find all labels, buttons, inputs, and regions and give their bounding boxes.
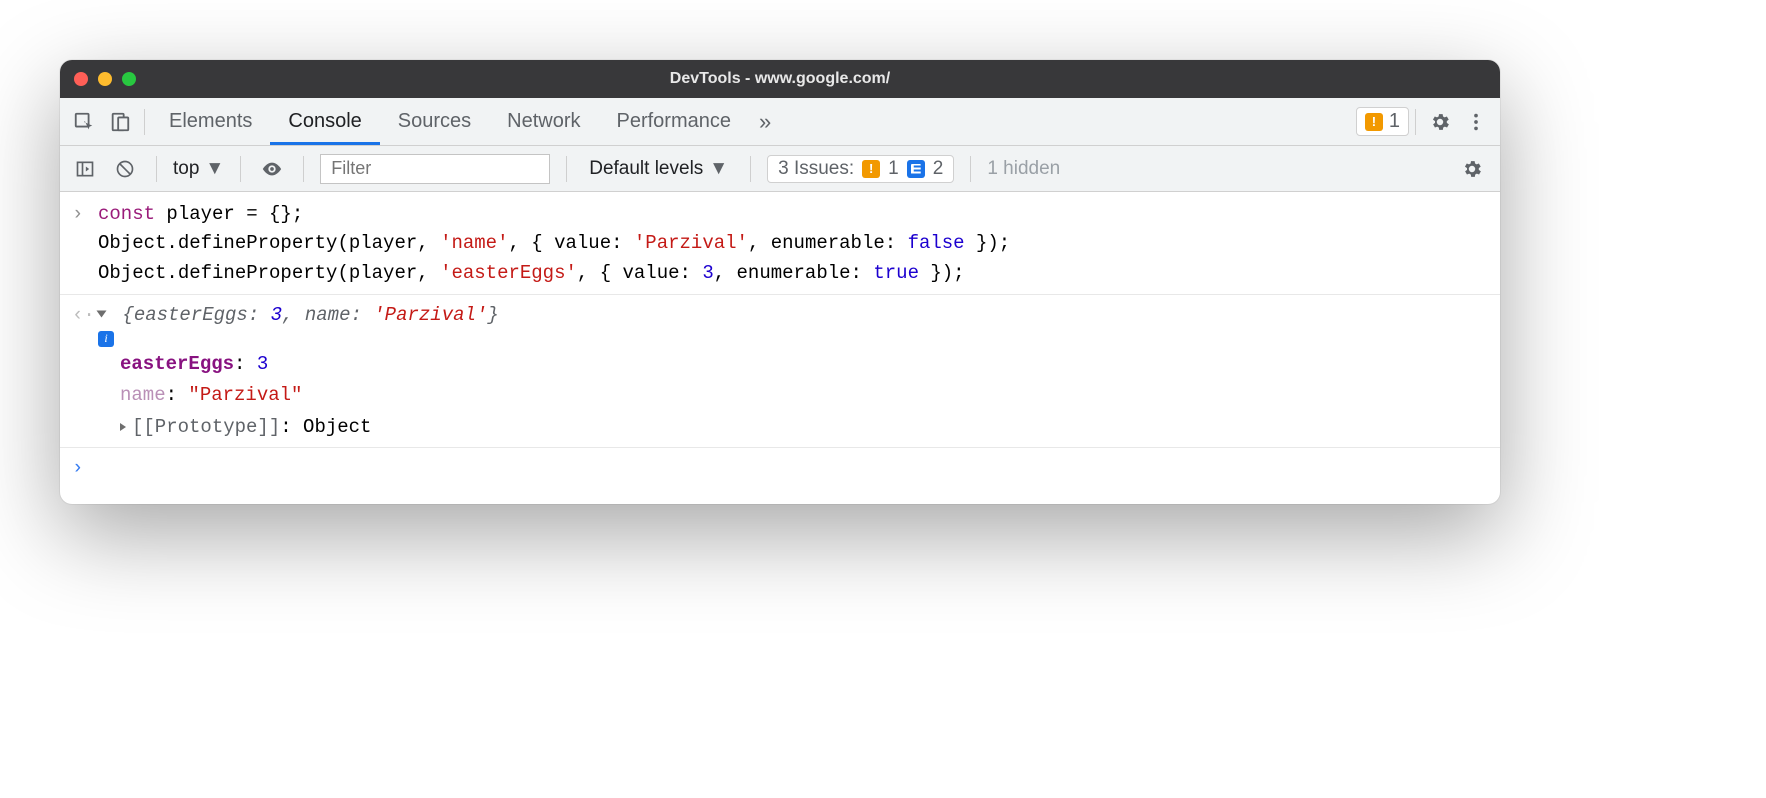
info-icon[interactable]: i xyxy=(98,331,114,347)
console-result-row: ‹· {easterEggs: 3, name: 'Parzival'} i xyxy=(60,299,1500,348)
issues-button[interactable]: 3 Issues: 1 2 xyxy=(767,155,954,183)
close-window-button[interactable] xyxy=(74,72,88,86)
chevron-down-icon: ▼ xyxy=(709,158,728,180)
issues-label: 3 Issues: xyxy=(778,158,854,180)
divider xyxy=(240,156,241,182)
console-prompt-row[interactable]: › xyxy=(60,452,1500,485)
output-marker-icon: ‹· xyxy=(72,301,98,346)
context-label: top xyxy=(173,158,199,180)
titlebar: DevTools - www.google.com/ xyxy=(60,60,1500,98)
divider xyxy=(156,156,157,182)
object-preview[interactable]: {easterEggs: 3, name: 'Parzival'} i xyxy=(98,301,499,346)
expand-toggle-icon[interactable] xyxy=(97,311,107,318)
warnings-badge[interactable]: 1 xyxy=(1356,107,1409,136)
warning-icon xyxy=(862,160,880,178)
context-selector[interactable]: top ▼ xyxy=(173,158,224,180)
warnings-count: 1 xyxy=(1389,110,1400,133)
row-separator xyxy=(60,447,1500,448)
console-settings-icon[interactable] xyxy=(1454,151,1490,187)
console-toolbar: top ▼ Default levels ▼ 3 Issues: 1 2 1 h… xyxy=(60,146,1500,192)
divider xyxy=(566,156,567,182)
settings-icon[interactable] xyxy=(1422,104,1458,140)
console-input-code: const player = {}; Object.defineProperty… xyxy=(98,200,1010,288)
issues-warn-count: 1 xyxy=(888,158,899,180)
clear-console-icon[interactable] xyxy=(110,151,140,187)
hidden-messages-label: 1 hidden xyxy=(987,158,1060,180)
tab-console[interactable]: Console xyxy=(270,98,379,145)
filter-input[interactable] xyxy=(320,154,550,184)
chevron-down-icon: ▼ xyxy=(205,158,224,180)
minimize-window-button[interactable] xyxy=(98,72,112,86)
inspect-element-icon[interactable] xyxy=(66,104,102,140)
divider xyxy=(303,156,304,182)
devtools-window: DevTools - www.google.com/ Elements Cons… xyxy=(60,60,1500,504)
object-tree: easterEggs: 3 name: "Parzival" [[Prototy… xyxy=(60,349,1500,443)
warning-icon xyxy=(1365,113,1383,131)
object-property[interactable]: easterEggs: 3 xyxy=(108,349,1500,380)
panel-tabbar: Elements Console Sources Network Perform… xyxy=(60,98,1500,146)
input-prompt-icon: › xyxy=(72,454,98,483)
row-separator xyxy=(60,294,1500,295)
window-title: DevTools - www.google.com/ xyxy=(60,70,1500,88)
object-prototype[interactable]: [[Prototype]]: Object xyxy=(108,412,1500,443)
object-property[interactable]: name: "Parzival" xyxy=(108,380,1500,411)
tab-network[interactable]: Network xyxy=(489,98,598,145)
tab-elements[interactable]: Elements xyxy=(151,98,270,145)
divider xyxy=(1415,109,1416,135)
log-levels-label: Default levels xyxy=(589,158,703,180)
divider xyxy=(970,156,971,182)
live-expression-icon[interactable] xyxy=(257,151,287,187)
input-prompt-icon: › xyxy=(72,200,98,288)
tabs-overflow-button[interactable]: » xyxy=(749,98,781,145)
console-body: › const player = {}; Object.defineProper… xyxy=(60,192,1500,504)
expand-toggle-icon[interactable] xyxy=(120,423,126,431)
divider xyxy=(144,109,145,135)
toggle-sidebar-icon[interactable] xyxy=(70,151,100,187)
divider xyxy=(750,156,751,182)
console-input-row[interactable]: › const player = {}; Object.defineProper… xyxy=(60,198,1500,290)
traffic-lights xyxy=(74,72,136,86)
info-icon xyxy=(907,160,925,178)
tab-performance[interactable]: Performance xyxy=(599,98,750,145)
log-levels-selector[interactable]: Default levels ▼ xyxy=(583,158,734,180)
more-menu-icon[interactable] xyxy=(1458,104,1494,140)
fullscreen-window-button[interactable] xyxy=(122,72,136,86)
device-toolbar-icon[interactable] xyxy=(102,104,138,140)
issues-info-count: 2 xyxy=(933,158,944,180)
tab-sources[interactable]: Sources xyxy=(380,98,489,145)
